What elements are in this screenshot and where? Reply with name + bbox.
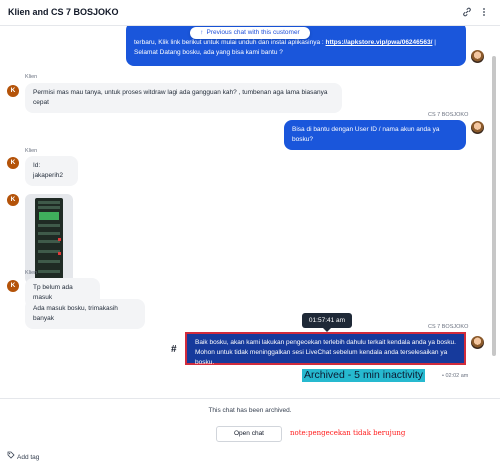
link-icon[interactable] [461,7,473,19]
message-text: terbaru, Klik link berikut untuk mulai u… [134,39,326,46]
apkstore-link[interactable]: https://apkstore.vip/pwa/06246563/ [326,39,433,46]
client-avatar: K [7,280,19,292]
previous-chat-label: Previous chat with this customer [206,29,300,36]
annotation-note: note:pengecekan tidak berujung [290,429,406,437]
sender-name: CS 7 BOSJOKO [428,324,469,330]
sender-name: Klien [25,74,38,80]
previous-chat-button[interactable]: ↑ Previous chat with this customer [190,27,310,39]
chat-scrollbar[interactable] [492,56,496,356]
archived-timestamp: • 02:02 am [442,373,469,379]
message-text: Bisa di bantu dengan User ID / nama akun… [292,126,440,143]
tag-icon [7,451,15,461]
client-message-bubble: Ada masuk bosku, trimakasih banyak [25,299,145,329]
message-text: Id: jakaperih2 [33,162,63,179]
archived-notice: This chat has been archived. [208,407,292,414]
open-chat-button[interactable]: Open chat [216,426,282,442]
add-tag-label: Add tag [17,454,40,461]
add-tag-button[interactable]: Add tag [7,451,39,461]
chat-transcript[interactable]: ↑ Previous chat with this customer terbar… [0,26,500,398]
client-avatar: K [7,85,19,97]
sender-name: Klien [25,270,38,276]
agent-message-bubble: Bisa di bantu dengan User ID / nama akun… [284,120,466,150]
sender-name: CS 7 BOSJOKO [428,112,469,118]
chat-title: Klien and CS 7 BOSJOKO [8,7,119,17]
message-text: Ada masuk bosku, trimakasih banyak [33,305,118,322]
agent-avatar [471,121,484,134]
hash-icon[interactable]: # [171,344,177,355]
chat-footer: This chat has been archived. Open chat n… [0,398,500,463]
agent-avatar [471,50,484,63]
message-line: Mohon untuk tidak meninggalkan sesi Live… [195,349,448,366]
message-time-tooltip: 01:57:41 am [302,313,352,332]
client-message-bubble: Permisi mas mau tanya, untuk proses witd… [25,83,342,113]
client-avatar: K [7,194,19,206]
message-text: Permisi mas mau tanya, untuk proses witd… [33,89,328,106]
phone-screenshot-image [35,198,63,280]
sender-name: Klien [25,148,38,154]
archived-inactivity-label: Archived - 5 min inactivity [302,369,426,382]
agent-avatar [471,336,484,349]
message-line: Baik bosku, akan kami lakukan pengecekan… [195,339,456,346]
client-avatar: K [7,157,19,169]
chat-header: Klien and CS 7 BOSJOKO [0,0,500,26]
client-message-bubble: Id: jakaperih2 [25,156,78,186]
highlighted-agent-message: Baik bosku, akan kami lakukan pengecekan… [185,332,466,366]
more-icon[interactable] [478,7,490,19]
arrow-up-icon: ↑ [200,29,204,36]
